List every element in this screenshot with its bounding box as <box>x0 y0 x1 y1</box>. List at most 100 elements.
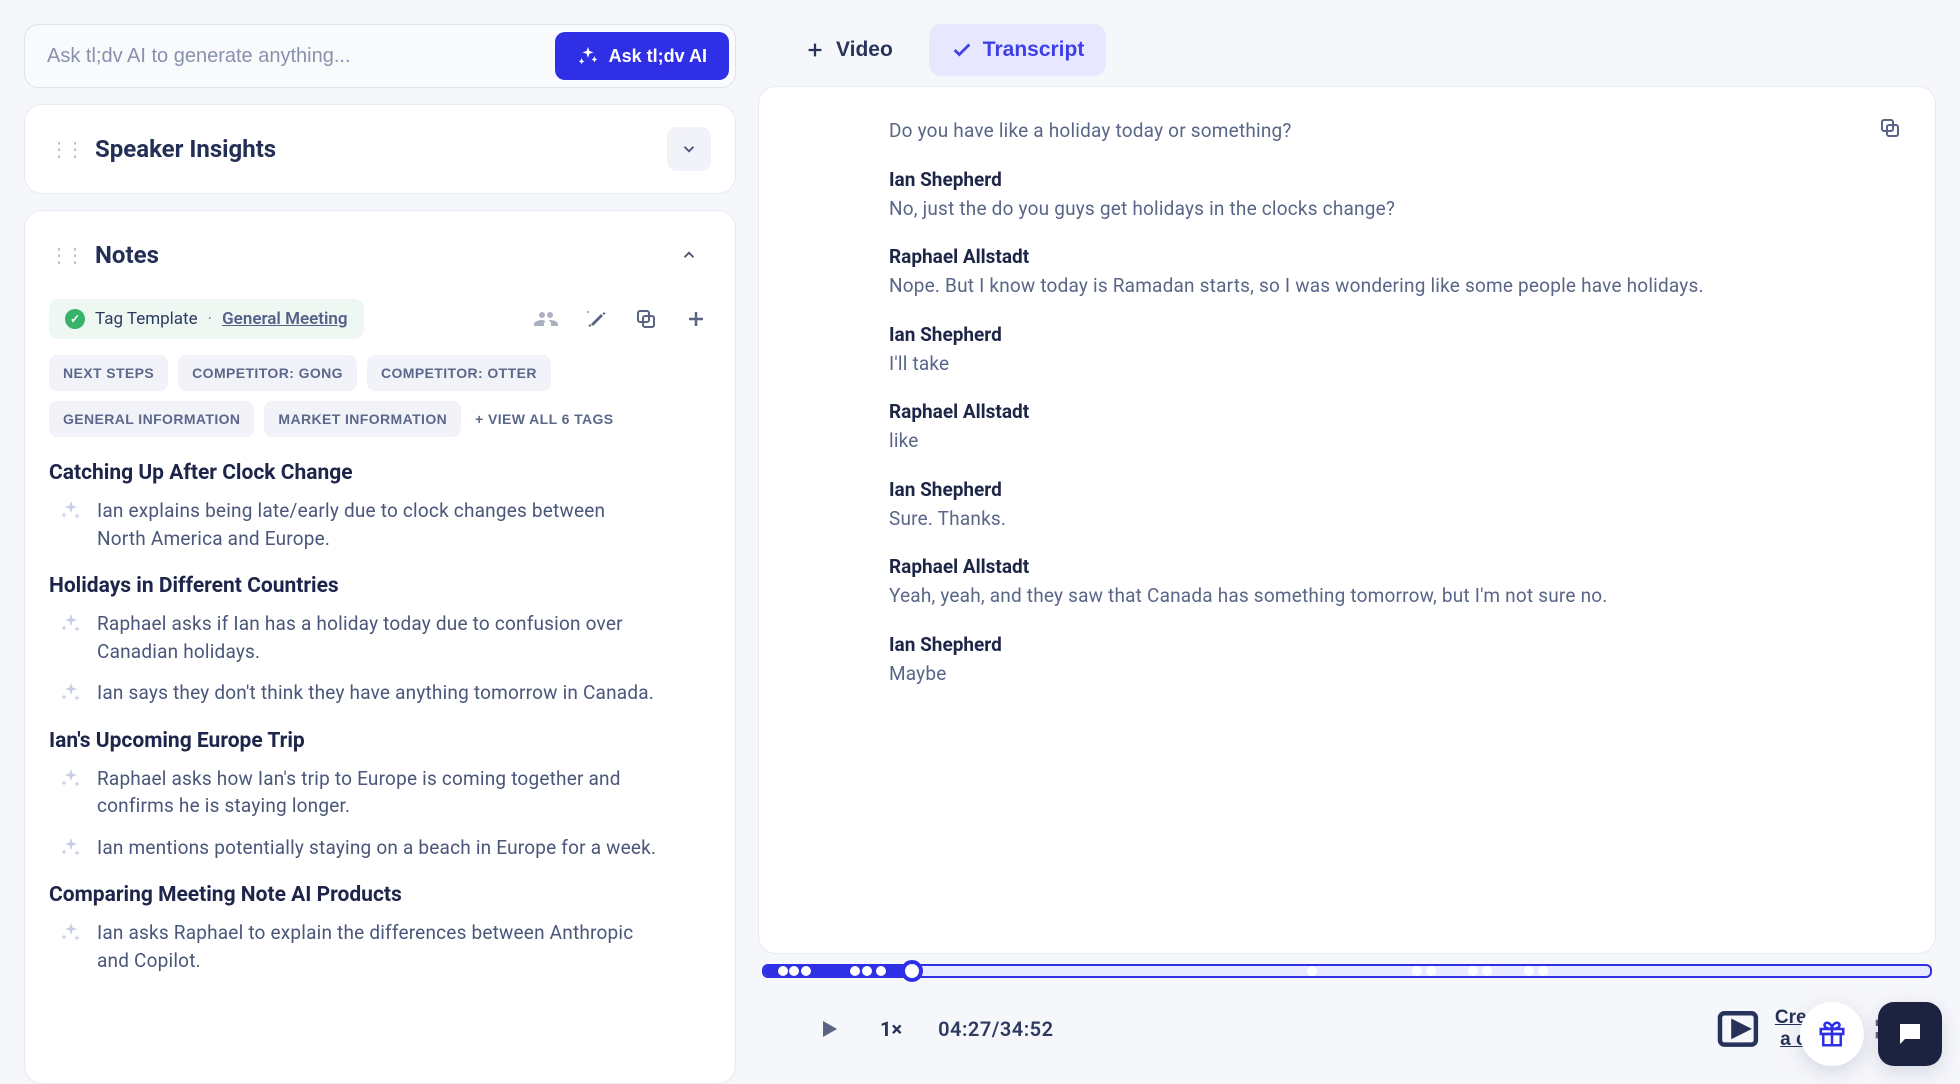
tag-template-label: Tag Template <box>95 309 198 329</box>
sparkle-icon <box>59 836 83 860</box>
transcript-panel: Do you have like a holiday today or some… <box>758 86 1936 954</box>
transcript-speaker: Ian Shepherd <box>889 478 1875 501</box>
tag-pill[interactable]: GENERAL INFORMATION <box>49 401 254 437</box>
timeline-marker[interactable] <box>789 966 799 976</box>
timeline-marker[interactable] <box>1524 966 1534 976</box>
notes-bullet[interactable]: Ian explains being late/early due to clo… <box>59 497 711 552</box>
transcript-speaker: Ian Shepherd <box>889 168 1875 191</box>
timeline[interactable] <box>762 964 1932 978</box>
timeline-marker[interactable] <box>1426 966 1436 976</box>
tab-transcript-label: Transcript <box>983 38 1085 62</box>
play-icon <box>817 1017 841 1041</box>
transcript-block[interactable]: Ian Shepherd Sure. Thanks. <box>889 478 1875 534</box>
sparkle-icon <box>59 612 83 636</box>
copy-notes-button[interactable] <box>631 304 661 334</box>
drag-handle-icon[interactable]: ⋮⋮ <box>49 137 81 161</box>
transcript-text: Yeah, yeah, and they saw that Canada has… <box>889 582 1769 611</box>
chat-fab[interactable] <box>1878 1002 1942 1066</box>
tag-template-chip[interactable]: ✓ Tag Template · General Meeting <box>49 299 364 339</box>
tab-video[interactable]: Video <box>782 24 915 76</box>
sparkle-icon <box>59 681 83 705</box>
transcript-block[interactable]: Raphael Allstadt like <box>889 400 1875 456</box>
playback-speed[interactable]: 1× <box>880 1017 902 1041</box>
speaker-insights-title: Speaker Insights <box>95 135 653 163</box>
notes-bullet[interactable]: Raphael asks if Ian has a holiday today … <box>59 610 711 665</box>
copy-transcript-button[interactable] <box>1875 113 1905 143</box>
playback-time: 04:27/34:52 <box>938 1017 1053 1041</box>
notes-bullet[interactable]: Ian says they don't think they have anyt… <box>59 679 711 707</box>
notes-section-title: Ian's Upcoming Europe Trip <box>49 729 711 753</box>
magic-wand-icon <box>584 307 608 331</box>
timeline-marker[interactable] <box>1307 966 1317 976</box>
notes-section-title: Comparing Meeting Note AI Products <box>49 883 711 907</box>
transcript-text: Nope. But I know today is Ramadan starts… <box>889 272 1769 301</box>
tab-transcript[interactable]: Transcript <box>929 24 1107 76</box>
timeline-marker[interactable] <box>801 966 811 976</box>
notes-bullet[interactable]: Ian asks Raphael to explain the differen… <box>59 919 711 974</box>
transcript-block[interactable]: Raphael AllstadtNope. But I know today i… <box>889 245 1875 301</box>
speaker-insights-panel: ⋮⋮ Speaker Insights <box>24 104 736 194</box>
timeline-marker[interactable] <box>1412 966 1422 976</box>
clip-icon <box>1711 1002 1765 1056</box>
collapse-notes-button[interactable] <box>667 233 711 277</box>
transcript-speaker: Ian Shepherd <box>889 323 1875 346</box>
sparkle-icon <box>59 921 83 945</box>
transcript-text: like <box>889 427 1769 456</box>
notes-bullet-text: Ian mentions potentially staying on a be… <box>97 834 656 862</box>
notes-section-title: Holidays in Different Countries <box>49 574 711 598</box>
tag-pill[interactable]: COMPETITOR: OTTER <box>367 355 551 391</box>
check-circle-icon: ✓ <box>65 309 85 329</box>
ask-ai-button[interactable]: Ask tl;dv AI <box>555 32 729 80</box>
notes-bullet-text: Ian says they don't think they have anyt… <box>97 679 654 707</box>
transcript-block[interactable]: Raphael Allstadt Yeah, yeah, and they saw… <box>889 555 1875 611</box>
ai-magic-button[interactable] <box>581 304 611 334</box>
tabs: Video Transcript <box>758 24 1936 86</box>
timeline-marker[interactable] <box>1468 966 1478 976</box>
timeline-marker[interactable] <box>862 966 872 976</box>
tag-pill[interactable]: COMPETITOR: GONG <box>178 355 357 391</box>
transcript-speaker: Raphael Allstadt <box>889 400 1875 423</box>
sparkle-icon <box>577 45 599 67</box>
transcript-text: No, just the do you guys get holidays in… <box>889 195 1769 224</box>
tag-pill[interactable]: MARKET INFORMATION <box>264 401 461 437</box>
timeline-marker[interactable] <box>778 966 788 976</box>
sparkle-icon <box>59 767 83 791</box>
chat-icon <box>1895 1019 1925 1049</box>
play-button[interactable] <box>814 1014 844 1044</box>
notes-bullet[interactable]: Raphael asks how Ian's trip to Europe is… <box>59 765 711 820</box>
transcript-block[interactable]: Ian Shepherd I'll take <box>889 323 1875 379</box>
copy-icon <box>1878 116 1902 140</box>
timeline-wrap <box>758 954 1936 978</box>
view-all-tags-button[interactable]: + VIEW ALL 6 TAGS <box>471 401 617 437</box>
add-note-button[interactable] <box>681 304 711 334</box>
notes-bullet-text: Ian asks Raphael to explain the differen… <box>97 919 657 974</box>
transcript-text: I'll take <box>889 350 1769 379</box>
timeline-marker[interactable] <box>1538 966 1548 976</box>
notes-bullet-text: Raphael asks how Ian's trip to Europe is… <box>97 765 657 820</box>
drag-handle-icon[interactable]: ⋮⋮ <box>49 243 81 267</box>
transcript-speaker: Raphael Allstadt <box>889 555 1875 578</box>
notes-panel: ⋮⋮ Notes ✓ Tag Template · General Meetin… <box>24 210 736 1084</box>
timeline-marker[interactable] <box>1482 966 1492 976</box>
chevron-down-icon <box>680 140 698 158</box>
notes-bullet[interactable]: Ian mentions potentially staying on a be… <box>59 834 711 862</box>
notes-title: Notes <box>95 241 653 269</box>
gift-fab[interactable] <box>1800 1002 1864 1066</box>
timeline-marker[interactable] <box>850 966 860 976</box>
plus-icon <box>804 39 826 61</box>
ask-ai-input[interactable] <box>47 45 555 68</box>
transcript-lead-text[interactable]: Do you have like a holiday today or some… <box>889 117 1769 146</box>
tag-pill[interactable]: NEXT STEPS <box>49 355 168 391</box>
transcript-block[interactable]: Ian Shepherd Maybe <box>889 633 1875 689</box>
timeline-marker[interactable] <box>876 966 886 976</box>
timeline-playhead[interactable] <box>901 960 923 982</box>
expand-speaker-insights-button[interactable] <box>667 127 711 171</box>
tag-template-link[interactable]: General Meeting <box>222 309 347 329</box>
transcript-speaker: Ian Shepherd <box>889 633 1875 656</box>
transcript-text: Maybe <box>889 660 1769 689</box>
transcript-block[interactable]: Ian Shepherd No, just the do you guys get… <box>889 168 1875 224</box>
plus-icon <box>684 307 708 331</box>
tab-video-label: Video <box>836 38 893 62</box>
transcript-text: Sure. Thanks. <box>889 505 1769 534</box>
share-people-button[interactable] <box>531 304 561 334</box>
